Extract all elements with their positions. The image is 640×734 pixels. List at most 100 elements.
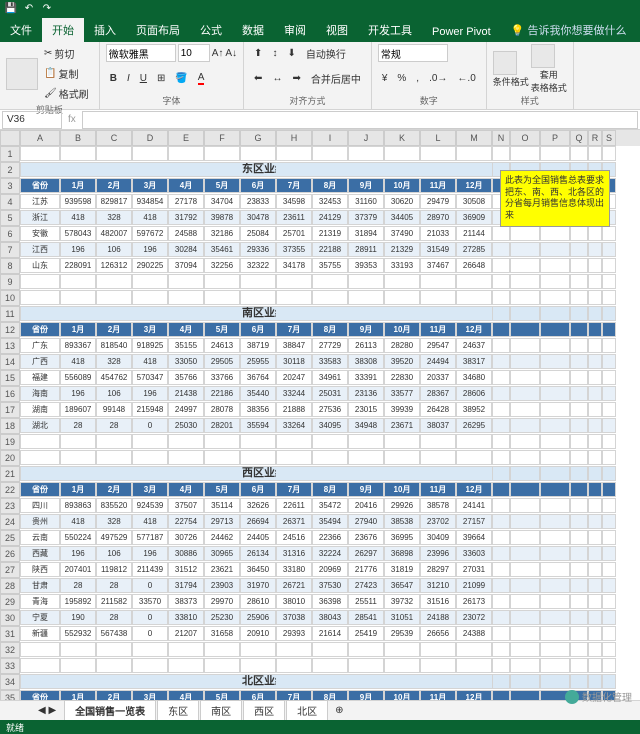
col-header[interactable]: S [602, 130, 616, 146]
cell[interactable]: 8月 [312, 322, 348, 337]
cell[interactable] [510, 338, 540, 353]
cell[interactable]: 924539 [132, 498, 168, 513]
cell[interactable] [602, 674, 616, 689]
cell[interactable] [510, 482, 540, 497]
cell[interactable]: 189607 [60, 402, 96, 417]
cell[interactable]: 37094 [168, 258, 204, 273]
tab-开始[interactable]: 开始 [42, 18, 84, 42]
cell[interactable]: 3月 [132, 322, 168, 337]
cell[interactable]: 23136 [348, 386, 384, 401]
cell[interactable]: 30508 [456, 194, 492, 209]
cell[interactable] [570, 626, 588, 641]
cell[interactable] [602, 434, 616, 449]
cell[interactable]: 28297 [420, 562, 456, 577]
cell[interactable] [602, 450, 616, 465]
cell[interactable] [492, 658, 510, 673]
cell[interactable] [312, 450, 348, 465]
cell[interactable] [240, 658, 276, 673]
cell[interactable]: 27536 [312, 402, 348, 417]
col-header[interactable]: O [510, 130, 540, 146]
cell[interactable] [132, 290, 168, 305]
cell[interactable]: 浙江 [20, 210, 60, 225]
cell[interactable] [510, 354, 540, 369]
cell[interactable]: 829817 [96, 194, 132, 209]
cell[interactable] [570, 466, 588, 481]
cell[interactable]: 21033 [420, 226, 456, 241]
cell[interactable] [456, 674, 492, 689]
cell[interactable]: 37379 [348, 210, 384, 225]
cell[interactable]: 24997 [168, 402, 204, 417]
merge-button[interactable]: 合并后居中 [307, 69, 365, 88]
cell[interactable] [492, 146, 510, 161]
cell[interactable] [588, 258, 602, 273]
cell[interactable]: 11月 [420, 482, 456, 497]
cell[interactable]: 31658 [204, 626, 240, 641]
cell[interactable]: 23015 [348, 402, 384, 417]
cell[interactable]: 0 [132, 418, 168, 433]
cell[interactable] [348, 642, 384, 657]
cell[interactable] [510, 690, 540, 700]
row-header[interactable]: 26 [0, 546, 20, 562]
cell[interactable]: 33391 [348, 370, 384, 385]
cell[interactable]: 35155 [168, 338, 204, 353]
cell[interactable] [240, 642, 276, 657]
align-left-icon[interactable]: ⬅ [250, 71, 266, 86]
cell[interactable] [384, 434, 420, 449]
cell[interactable]: 24637 [456, 338, 492, 353]
cell[interactable] [492, 226, 510, 241]
cell[interactable]: 22830 [384, 370, 420, 385]
row-header[interactable]: 27 [0, 562, 20, 578]
row-header[interactable]: 24 [0, 514, 20, 530]
cell[interactable]: 27729 [312, 338, 348, 353]
cell[interactable] [492, 562, 510, 577]
cell[interactable] [588, 450, 602, 465]
cell[interactable] [510, 498, 540, 513]
cell[interactable] [456, 306, 492, 321]
cell[interactable] [132, 434, 168, 449]
cell[interactable] [588, 434, 602, 449]
cell[interactable]: 24141 [456, 498, 492, 513]
cell[interactable]: 5月 [204, 178, 240, 193]
cell[interactable]: 6月 [240, 690, 276, 700]
cell[interactable]: 云南 [20, 530, 60, 545]
cell[interactable] [240, 450, 276, 465]
select-all-corner[interactable] [0, 130, 20, 146]
cell[interactable]: 青海 [20, 594, 60, 609]
cell[interactable] [420, 450, 456, 465]
cell[interactable]: 9月 [348, 322, 384, 337]
cell[interactable] [602, 146, 616, 161]
cell[interactable] [456, 466, 492, 481]
row-header[interactable]: 10 [0, 290, 20, 306]
cell[interactable] [602, 274, 616, 289]
cell[interactable]: 9月 [348, 178, 384, 193]
cell[interactable] [588, 610, 602, 625]
cell[interactable]: 25084 [240, 226, 276, 241]
cell[interactable] [510, 658, 540, 673]
col-header[interactable]: K [384, 130, 420, 146]
row-header[interactable]: 5 [0, 210, 20, 226]
cell[interactable]: 25906 [240, 610, 276, 625]
cell[interactable] [492, 354, 510, 369]
cell[interactable]: 新疆 [20, 626, 60, 641]
cell[interactable]: 482007 [96, 226, 132, 241]
cell[interactable] [588, 530, 602, 545]
cell[interactable] [492, 498, 510, 513]
cell[interactable]: 33766 [204, 370, 240, 385]
cell[interactable] [492, 418, 510, 433]
cell[interactable] [168, 274, 204, 289]
cell[interactable]: 211439 [132, 562, 168, 577]
cell[interactable] [168, 450, 204, 465]
cell[interactable]: 26648 [456, 258, 492, 273]
cell[interactable] [492, 274, 510, 289]
cell[interactable] [602, 306, 616, 321]
cell[interactable] [540, 306, 570, 321]
cell[interactable]: 10月 [384, 178, 420, 193]
cell[interactable] [168, 146, 204, 161]
cell[interactable]: 939598 [60, 194, 96, 209]
cell[interactable] [204, 306, 240, 321]
cell[interactable]: 29547 [420, 338, 456, 353]
cell[interactable] [168, 674, 204, 689]
cell[interactable] [540, 418, 570, 433]
cell[interactable] [20, 674, 60, 689]
col-header[interactable]: J [348, 130, 384, 146]
